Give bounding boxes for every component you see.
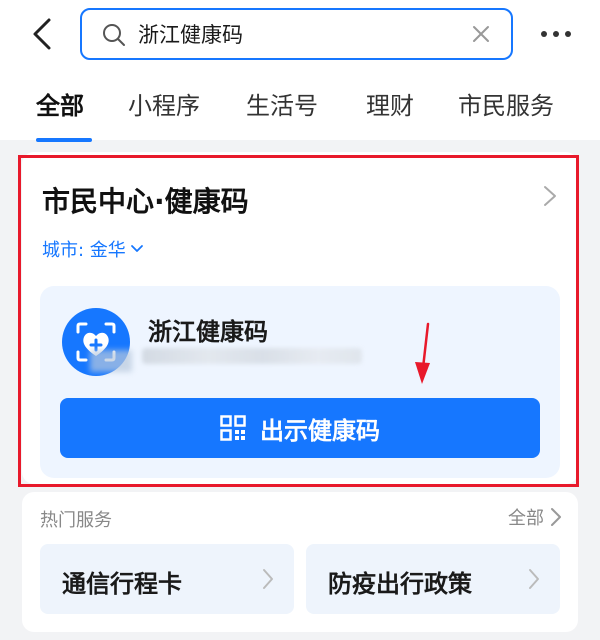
service-label: 防疫出行政策	[328, 570, 472, 598]
city-label: 城市: 金华	[42, 240, 126, 261]
result-card[interactable]: 市民中心·健康码 城市: 金华 浙江健康码 出示健康码	[22, 152, 578, 484]
chevron-right-icon	[529, 569, 539, 589]
dot-icon	[565, 31, 571, 37]
tab-mini-programs[interactable]: 小程序	[128, 86, 200, 130]
service-item-travel-card[interactable]: 通信行程卡	[40, 544, 294, 614]
app-name: 浙江健康码	[148, 318, 268, 346]
close-icon[interactable]	[471, 24, 491, 44]
chevron-right-icon	[551, 508, 561, 526]
search-input[interactable]	[138, 18, 458, 50]
all-link-label: 全部	[508, 508, 544, 529]
redacted-text	[142, 348, 362, 364]
search-icon	[103, 24, 125, 46]
dot-icon	[541, 31, 547, 37]
redacted-text	[90, 350, 132, 372]
more-options-button[interactable]	[536, 18, 576, 50]
chevron-right-icon	[263, 569, 273, 589]
chevron-right-icon[interactable]	[542, 184, 558, 208]
search-box[interactable]	[80, 8, 513, 60]
tab-citizen-services[interactable]: 市民服务	[458, 86, 554, 130]
tab-life-accounts[interactable]: 生活号	[246, 86, 318, 130]
service-label: 通信行程卡	[62, 570, 182, 598]
show-health-code-button[interactable]: 出示健康码	[60, 398, 540, 458]
app-card[interactable]: 浙江健康码 出示健康码	[40, 286, 560, 478]
chevron-left-icon	[33, 18, 51, 50]
qr-code-icon	[220, 415, 246, 441]
top-bar: 全部 小程序 生活号 理财 市民服务	[0, 0, 600, 142]
tab-all[interactable]: 全部	[36, 86, 84, 130]
hot-services-section: 热门服务 全部 通信行程卡 防疫出行政策	[22, 492, 578, 632]
category-tabs: 全部 小程序 生活号 理财 市民服务	[0, 86, 600, 142]
active-tab-indicator	[36, 138, 92, 142]
tab-finance[interactable]: 理财	[366, 86, 414, 130]
result-title[interactable]: 市民中心·健康码	[42, 180, 249, 220]
back-button[interactable]	[22, 14, 62, 54]
hot-services-all-link[interactable]: 全部	[508, 504, 562, 530]
dot-icon	[553, 31, 559, 37]
show-health-code-label: 出示健康码	[260, 416, 380, 445]
city-selector[interactable]: 城市: 金华	[42, 236, 144, 262]
service-item-travel-policy[interactable]: 防疫出行政策	[306, 544, 560, 614]
chevron-down-icon	[130, 245, 143, 252]
hot-services-title: 热门服务	[40, 510, 112, 531]
